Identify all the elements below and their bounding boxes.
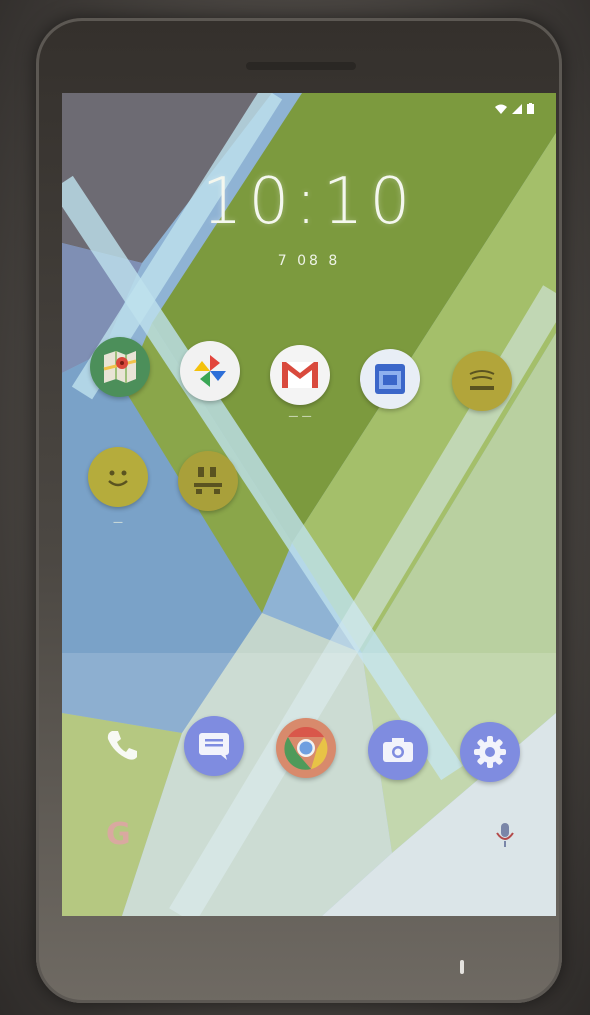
- smiley-app-button[interactable]: [88, 447, 148, 507]
- tools-app-button[interactable]: [178, 451, 238, 511]
- settings-app-button[interactable]: [460, 722, 520, 782]
- calendar-app-button[interactable]: [360, 349, 420, 409]
- mic-icon: [496, 823, 514, 847]
- smiley-label: —: [113, 517, 123, 528]
- mic-icon-button[interactable]: [494, 821, 516, 853]
- messages-app-button[interactable]: [184, 716, 244, 776]
- phone-icon: [107, 731, 137, 760]
- gmail-icon: [282, 362, 318, 388]
- navigation-bar: [62, 930, 556, 990]
- chrome-icon: [284, 726, 328, 770]
- smiley-icon: [108, 470, 128, 487]
- earpiece-speaker: [246, 62, 356, 70]
- signal-icon: [512, 103, 522, 114]
- chrome-app-button[interactable]: [276, 718, 336, 778]
- gmail-label: — —: [288, 411, 312, 422]
- phone-app-button[interactable]: [92, 715, 152, 775]
- google-logo: G: [106, 817, 131, 852]
- clock-widget[interactable]: 10:10: [62, 165, 556, 239]
- tray-icon: [469, 370, 495, 390]
- home-screen[interactable]: 10:10 7 08 8 — — — G: [62, 93, 556, 916]
- gmail-app-button[interactable]: [270, 345, 330, 405]
- pinwheel-icon: [194, 355, 226, 387]
- nav-button-mark[interactable]: [460, 960, 464, 974]
- status-bar: [62, 93, 556, 119]
- calendar-icon: [375, 364, 405, 394]
- status-icons: [495, 103, 534, 114]
- toolbox-icon: [194, 467, 222, 494]
- camera-icon: [383, 738, 413, 762]
- maps-app-button[interactable]: [90, 337, 150, 397]
- camera-app-button[interactable]: [368, 720, 428, 780]
- date-text: 7 08 8: [277, 253, 341, 269]
- battery-icon: [527, 103, 534, 114]
- yellow-app-button[interactable]: [452, 351, 512, 411]
- photos-app-button[interactable]: [180, 341, 240, 401]
- maps-icon: [103, 351, 137, 383]
- settings-icon: [474, 736, 506, 768]
- google-search-bar[interactable]: G: [92, 811, 522, 859]
- message-icon: [199, 733, 229, 760]
- wifi-icon: [495, 104, 507, 114]
